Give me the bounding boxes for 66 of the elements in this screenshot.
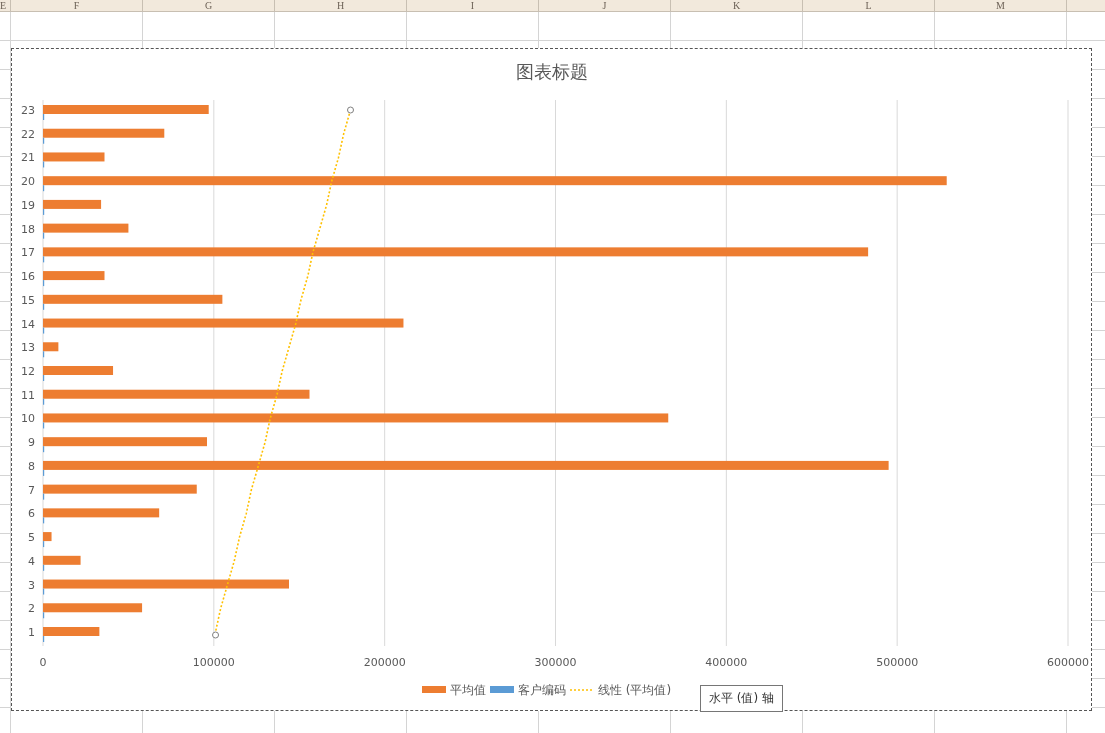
column-header[interactable]: I <box>407 0 539 11</box>
axis-label: 15 <box>21 293 35 307</box>
point-handle[interactable] <box>212 631 220 639</box>
chart-title: 图表标题 <box>515 61 588 82</box>
bar[interactable] <box>43 532 52 542</box>
axis-label: 9 <box>28 436 35 450</box>
axis-label: 500000 <box>876 656 919 669</box>
axis-label: 17 <box>21 246 35 260</box>
axis-label: 3 <box>28 578 35 592</box>
bar[interactable] <box>43 579 289 589</box>
axis-label: 4 <box>28 554 35 568</box>
bar[interactable] <box>43 128 165 138</box>
axis-label: 13 <box>21 341 35 355</box>
bar[interactable] <box>43 199 102 209</box>
axis-label: 0 <box>39 656 47 669</box>
axis-label: 22 <box>21 127 35 141</box>
column-header[interactable]: M <box>935 0 1067 11</box>
axis-label: 23 <box>21 104 35 117</box>
axis-label: 1 <box>28 626 35 639</box>
bar[interactable] <box>43 152 105 162</box>
bar[interactable] <box>43 389 310 399</box>
bar[interactable] <box>43 460 889 470</box>
column-header[interactable]: F <box>11 0 143 11</box>
axis-label: 10 <box>21 412 35 426</box>
bar[interactable] <box>43 176 947 186</box>
axis-label: 19 <box>21 198 35 212</box>
axis-label: 8 <box>28 459 35 473</box>
bar[interactable] <box>43 223 129 233</box>
bar[interactable] <box>43 318 404 328</box>
column-header[interactable]: J <box>539 0 671 11</box>
bar[interactable] <box>43 413 669 423</box>
axis-label: 200000 <box>363 656 406 669</box>
bar[interactable] <box>43 247 869 257</box>
axis-label: 21 <box>21 151 35 165</box>
axis-label: 100000 <box>192 656 235 669</box>
bar[interactable] <box>43 603 143 613</box>
tooltip: 水平 (值) 轴 <box>700 685 783 712</box>
bar[interactable] <box>43 294 223 304</box>
axis-label: 300000 <box>534 656 577 669</box>
axis-label: 11 <box>21 388 35 402</box>
axis-label: 600000 <box>1047 656 1089 669</box>
bar[interactable] <box>43 555 81 565</box>
axis-label: 12 <box>21 365 35 378</box>
axis-label: 14 <box>21 317 35 331</box>
legend-label: 线性 (平均值) <box>598 683 672 697</box>
bar[interactable] <box>43 508 160 518</box>
column-header[interactable]: G <box>143 0 275 11</box>
legend-label: 平均值 <box>450 683 486 697</box>
axis-label: 2 <box>28 602 35 616</box>
bar[interactable] <box>43 271 105 281</box>
column-header[interactable]: H <box>275 0 407 11</box>
axis-label: 18 <box>21 222 35 236</box>
bar[interactable] <box>43 342 59 352</box>
axis-label: 20 <box>21 175 35 189</box>
bar[interactable] <box>43 437 207 447</box>
axis-label: 7 <box>28 483 35 497</box>
axis-label: 400000 <box>705 656 748 669</box>
axis-label: 5 <box>28 531 35 545</box>
column-header[interactable]: L <box>803 0 935 11</box>
point-handle[interactable] <box>347 106 354 114</box>
bar[interactable] <box>43 484 197 494</box>
legend-label: 客户编码 <box>518 683 566 697</box>
axis-label: 16 <box>21 270 35 284</box>
column-header[interactable]: E <box>0 0 11 11</box>
column-header[interactable]: K <box>671 0 803 11</box>
axis-label: 6 <box>28 507 35 521</box>
